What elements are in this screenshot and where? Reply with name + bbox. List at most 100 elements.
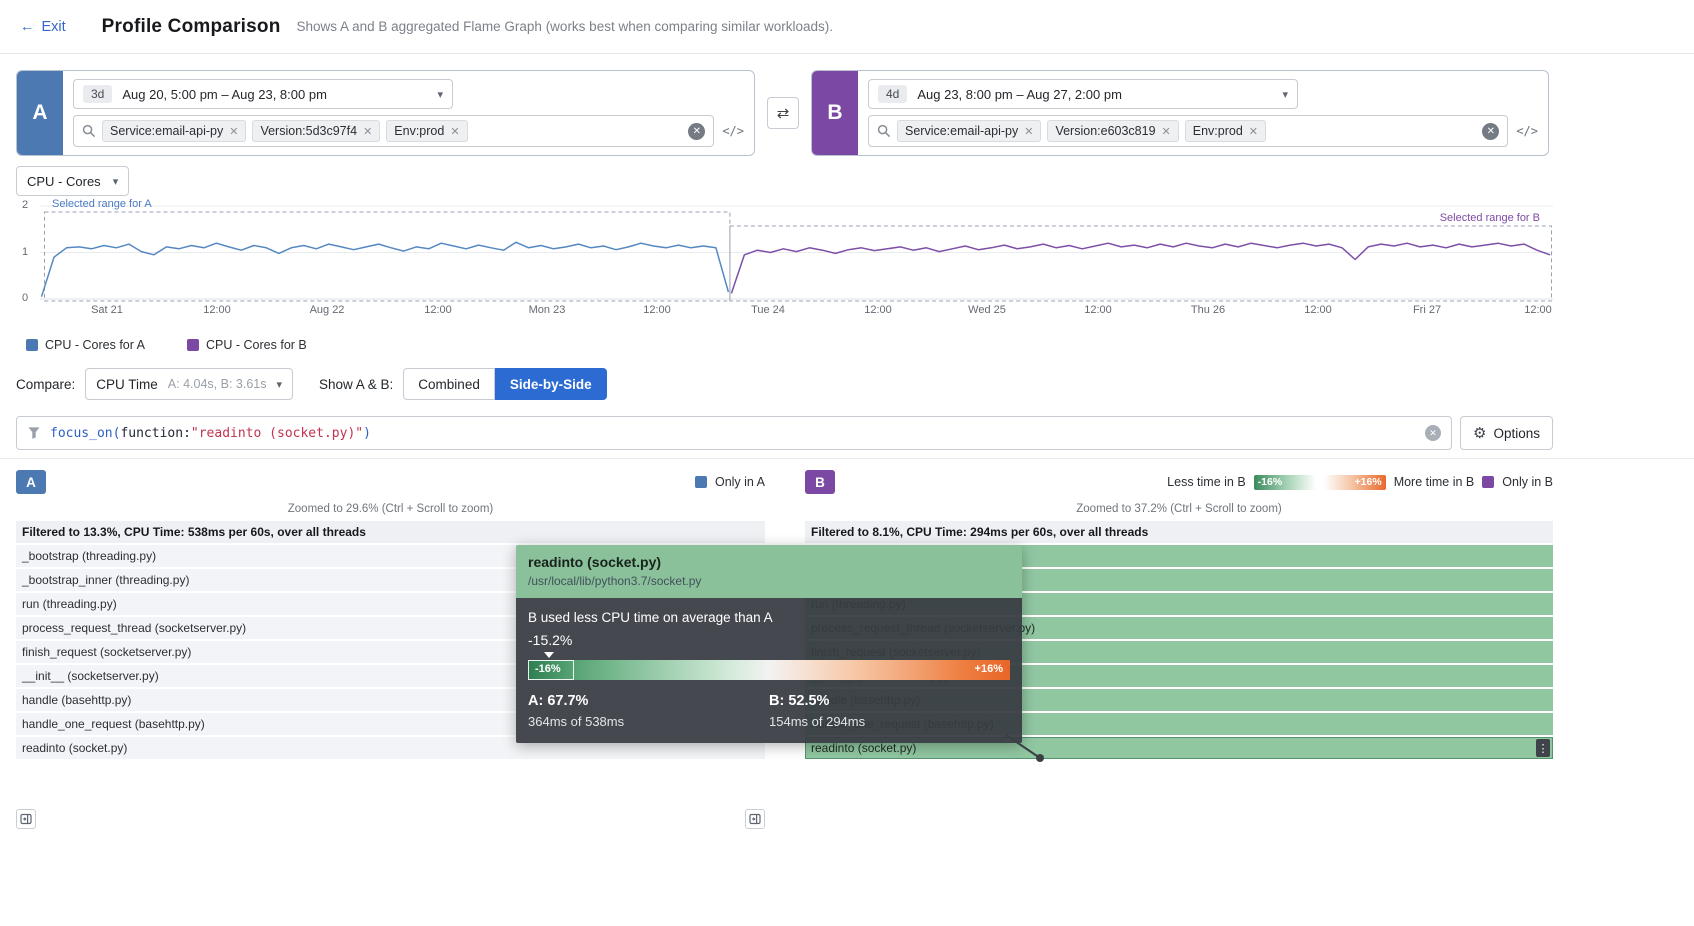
chevron-down-icon: ▾ bbox=[276, 378, 282, 391]
tooltip-diff-scale: -16% +16% bbox=[528, 660, 1010, 680]
combined-button[interactable]: Combined bbox=[403, 368, 495, 400]
search-input-a[interactable]: Service:email-api-py✕Version:5d3c97f4✕En… bbox=[73, 115, 714, 147]
zoom-status-b: Zoomed to 37.2% (Ctrl + Scroll to zoom) bbox=[805, 503, 1553, 515]
filtered-summary-b: Filtered to 8.1%, CPU Time: 294ms per 60… bbox=[805, 521, 1553, 543]
frame-menu-icon[interactable]: ⋮ bbox=[1536, 739, 1550, 757]
selected-range-b-label: Selected range for B bbox=[1440, 212, 1540, 224]
filter-chip[interactable]: Version:e603c819✕ bbox=[1047, 120, 1178, 142]
exit-link[interactable]: ← Exit bbox=[20, 19, 66, 35]
diff-scale-orange: +16% bbox=[1324, 475, 1386, 490]
y-axis-label: 0 bbox=[22, 292, 28, 304]
selected-range-a-label: Selected range for A bbox=[52, 198, 152, 210]
time-range-label-b: Aug 23, 8:00 pm – Aug 27, 2:00 pm bbox=[917, 87, 1122, 102]
flame-a-badge: A bbox=[16, 470, 46, 494]
code-view-icon[interactable]: </> bbox=[722, 124, 744, 138]
only-in-a-legend: Only in A bbox=[695, 475, 765, 489]
metric-select[interactable]: CPU - Cores ▾ bbox=[16, 166, 129, 196]
filter-chip[interactable]: Service:email-api-py✕ bbox=[897, 120, 1041, 142]
focus-query-code: focus_on(function:"readinto (socket.py)"… bbox=[50, 426, 371, 441]
filter-chip[interactable]: Env:prod ✕ bbox=[1185, 120, 1266, 142]
x-axis-label: Sat 21 bbox=[91, 304, 123, 316]
filter-chip-label: Env:prod bbox=[394, 124, 444, 138]
x-axis-label: 12:00 bbox=[1304, 304, 1332, 316]
timeseries-chart[interactable]: Selected range for A Selected range for … bbox=[16, 200, 1553, 332]
x-axis-label: 12:00 bbox=[1084, 304, 1112, 316]
tooltip-stats: A: 67.7% 364ms of 538ms B: 52.5% 154ms o… bbox=[528, 693, 1010, 729]
less-time-label: Less time in B bbox=[1167, 475, 1246, 489]
profile-b-body: 4d Aug 23, 8:00 pm – Aug 27, 2:00 pm ▾ S… bbox=[858, 71, 1548, 155]
diff-scale-max-label: +16% bbox=[1355, 476, 1382, 488]
remove-filter-icon[interactable]: ✕ bbox=[1249, 125, 1258, 138]
flame-frame-label: run (threading.py) bbox=[22, 597, 117, 611]
flame-frame-label: readinto (socket.py) bbox=[811, 741, 916, 755]
x-axis: Sat 2112:00Aug 2212:00Mon 2312:00Tue 241… bbox=[16, 304, 1553, 320]
panel-expand-icon bbox=[749, 813, 761, 825]
filter-chips-a: Service:email-api-py✕Version:5d3c97f4✕En… bbox=[102, 120, 468, 142]
y-axis-label: 2 bbox=[22, 199, 28, 211]
options-button[interactable]: ⚙ Options bbox=[1460, 416, 1553, 450]
search-input-b[interactable]: Service:email-api-py✕ Version:e603c819✕ En… bbox=[868, 115, 1508, 147]
filter-chip-label: Service:email-api-py bbox=[110, 124, 223, 138]
y-axis-label: 1 bbox=[22, 246, 28, 258]
toggle-left-panel-button[interactable] bbox=[16, 809, 36, 829]
remove-filter-icon[interactable]: ✕ bbox=[363, 125, 372, 138]
legend-label-a: CPU - Cores for A bbox=[45, 338, 145, 352]
compare-label: Compare: bbox=[16, 377, 75, 392]
focus-query-input[interactable]: focus_on(function:"readinto (socket.py)"… bbox=[16, 416, 1452, 450]
remove-filter-icon[interactable]: ✕ bbox=[1162, 125, 1171, 138]
more-time-label: More time in B bbox=[1394, 475, 1475, 489]
legend-item-a[interactable]: CPU - Cores for A bbox=[26, 338, 145, 352]
x-axis-label: Mon 23 bbox=[529, 304, 566, 316]
time-range-select-a[interactable]: 3d Aug 20, 5:00 pm – Aug 23, 8:00 pm ▾ bbox=[73, 79, 453, 109]
remove-filter-icon[interactable]: ✕ bbox=[1024, 125, 1033, 138]
tooltip-body: B used less CPU time on average than A -… bbox=[516, 598, 1022, 743]
filter-chip[interactable]: Env:prod ✕ bbox=[386, 120, 467, 142]
search-icon bbox=[82, 124, 96, 138]
diff-scale-min: -16% bbox=[535, 663, 561, 675]
flame-frame-label: handle (basehttp.py) bbox=[22, 693, 131, 707]
only-in-a-swatch bbox=[695, 476, 707, 488]
clear-search-b-icon[interactable]: ✕ bbox=[1482, 123, 1499, 140]
diff-marker-icon bbox=[544, 652, 554, 658]
compare-metric-select[interactable]: CPU Time A: 4.04s, B: 3.61s ▾ bbox=[85, 368, 293, 400]
compare-metric-values: A: 4.04s, B: 3.61s bbox=[168, 377, 267, 391]
x-axis-label: Aug 22 bbox=[310, 304, 345, 316]
tooltip-frame-path: /usr/local/lib/python3.7/socket.py bbox=[528, 574, 1010, 588]
panel-expand-icon bbox=[20, 813, 32, 825]
code-view-icon[interactable]: </> bbox=[1516, 124, 1538, 138]
remove-filter-icon[interactable]: ✕ bbox=[229, 125, 238, 138]
time-range-label-a: Aug 20, 5:00 pm – Aug 23, 8:00 pm bbox=[122, 87, 327, 102]
filter-chip-label: Env:prod bbox=[1193, 124, 1243, 138]
time-range-select-b[interactable]: 4d Aug 23, 8:00 pm – Aug 27, 2:00 pm ▾ bbox=[868, 79, 1298, 109]
x-axis-label: Tue 24 bbox=[751, 304, 785, 316]
profile-panel-b: B 4d Aug 23, 8:00 pm – Aug 27, 2:00 pm ▾… bbox=[811, 70, 1549, 156]
toggle-right-panel-button[interactable] bbox=[745, 809, 765, 829]
frame-tooltip: readinto (socket.py) /usr/local/lib/pyth… bbox=[516, 545, 1022, 743]
funnel-icon bbox=[27, 426, 41, 440]
query-token: function: bbox=[120, 426, 190, 441]
metric-row: CPU - Cores ▾ bbox=[0, 156, 1694, 196]
page-subtitle: Shows A and B aggregated Flame Graph (wo… bbox=[297, 19, 834, 34]
tooltip-stat-a: A: 67.7% 364ms of 538ms bbox=[528, 693, 769, 729]
flame-graph-section: A Only in A Zoomed to 29.6% (Ctrl + Scro… bbox=[0, 458, 1694, 854]
flame-frame-label: process_request_thread (socketserver.py) bbox=[22, 621, 246, 635]
swap-icon: ⇄ bbox=[777, 104, 790, 122]
only-in-b-label: Only in B bbox=[1502, 475, 1553, 489]
query-token: "readinto (socket.py)" bbox=[191, 426, 363, 441]
top-bar: ← Exit Profile Comparison Shows A and B … bbox=[0, 0, 1694, 54]
flame-a-footer bbox=[16, 809, 765, 829]
clear-query-icon[interactable]: ✕ bbox=[1425, 425, 1441, 441]
gear-icon: ⚙ bbox=[1473, 424, 1486, 442]
search-icon bbox=[877, 124, 891, 138]
x-axis-label: 12:00 bbox=[864, 304, 892, 316]
filter-chip[interactable]: Version:5d3c97f4✕ bbox=[252, 120, 380, 142]
clear-search-a-icon[interactable]: ✕ bbox=[688, 123, 705, 140]
filter-chip[interactable]: Service:email-api-py ✕ bbox=[102, 120, 246, 142]
side-by-side-button[interactable]: Side-by-Side bbox=[495, 368, 607, 400]
remove-filter-icon[interactable]: ✕ bbox=[450, 125, 459, 138]
flame-frame-label: finish_request (socketserver.py) bbox=[22, 645, 191, 659]
legend-item-b[interactable]: CPU - Cores for B bbox=[187, 338, 307, 352]
filter-chips-b: Service:email-api-py✕ Version:e603c819✕ En… bbox=[897, 120, 1266, 142]
swap-a-b-button[interactable]: ⇄ bbox=[767, 97, 799, 129]
profile-panel-a: A 3d Aug 20, 5:00 pm – Aug 23, 8:00 pm ▾… bbox=[16, 70, 755, 156]
